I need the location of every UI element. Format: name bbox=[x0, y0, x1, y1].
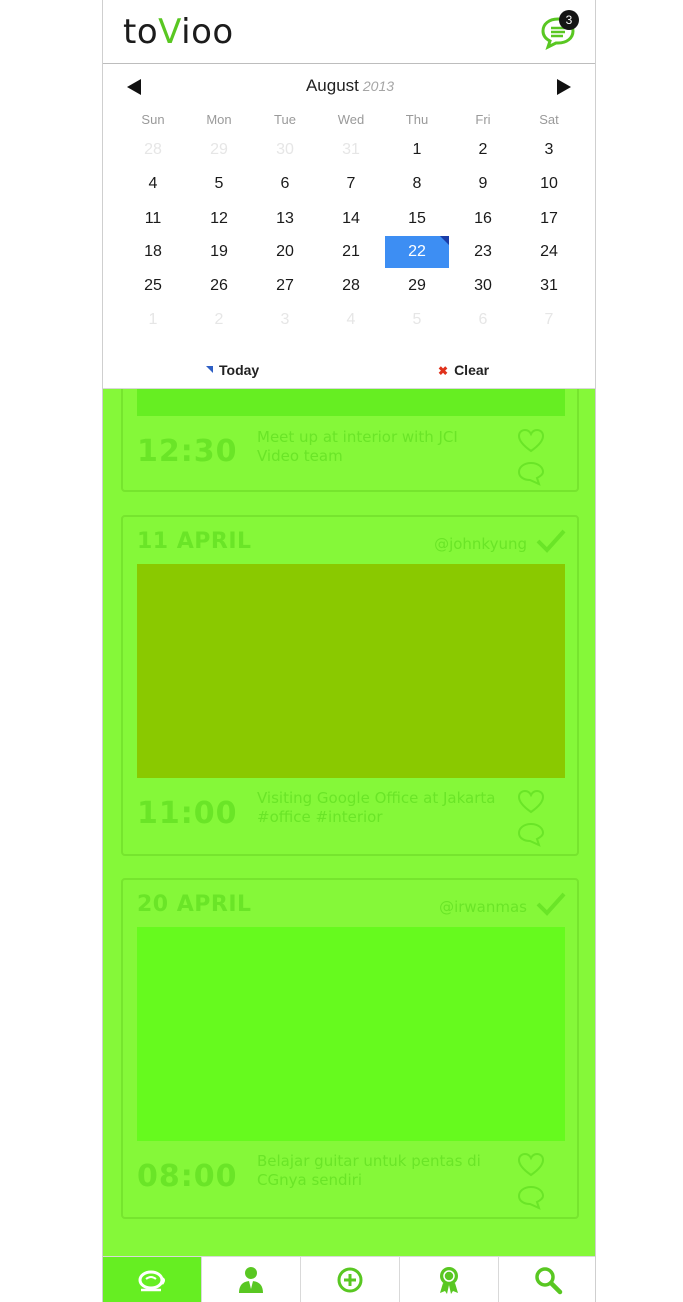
nav-item-profile[interactable] bbox=[202, 1257, 301, 1302]
calendar-day[interactable]: 29 bbox=[385, 270, 449, 302]
award-ribbon-icon bbox=[440, 1267, 458, 1294]
calendar-day[interactable]: 31 bbox=[517, 270, 581, 302]
card-time: 11:00 bbox=[137, 796, 238, 831]
clear-x-icon: ✖ bbox=[438, 364, 449, 378]
calendar-day[interactable]: 25 bbox=[121, 270, 185, 302]
calendar-day[interactable]: 7 bbox=[319, 168, 383, 200]
comment-icon[interactable] bbox=[517, 460, 545, 486]
plus-circle-icon bbox=[337, 1267, 363, 1293]
calendar-day[interactable]: 23 bbox=[451, 236, 515, 268]
calendar-day[interactable]: 2 bbox=[187, 304, 251, 336]
checkmark-icon[interactable] bbox=[535, 527, 567, 555]
comment-icon[interactable] bbox=[517, 1184, 545, 1210]
calendar-day[interactable]: 28 bbox=[319, 270, 383, 302]
calendar-day[interactable]: 8 bbox=[385, 168, 449, 200]
card-image[interactable] bbox=[137, 564, 565, 778]
calendar-day[interactable]: 21 bbox=[319, 236, 383, 268]
card-image[interactable] bbox=[137, 927, 565, 1141]
calendar-day[interactable]: 20 bbox=[253, 236, 317, 268]
calendar-day[interactable]: 16 bbox=[451, 203, 515, 235]
nav-item-awards[interactable] bbox=[400, 1257, 499, 1302]
next-month-arrow-icon[interactable] bbox=[555, 78, 573, 96]
date-picker: August 2013 Sun Mon Tue Wed Thu Fri Sat 28 29 30 3… bbox=[103, 64, 595, 389]
calendar-day[interactable]: 5 bbox=[385, 304, 449, 336]
card-description: Belajar guitar untuk pentas di CGnya sen… bbox=[257, 1152, 481, 1189]
calendar-day[interactable]: 10 bbox=[517, 168, 581, 200]
calendar-day[interactable]: 9 bbox=[451, 168, 515, 200]
card-time: 08:00 bbox=[137, 1159, 238, 1194]
calendar-day-selected[interactable]: 22 bbox=[385, 236, 449, 268]
notification-badge: 3 bbox=[559, 10, 579, 30]
feed-card[interactable]: 20 APRIL @irwanmas 08:00 Belajar guitar … bbox=[121, 878, 579, 1219]
calendar-day[interactable]: 2 bbox=[451, 134, 515, 166]
calendar-day[interactable]: 30 bbox=[253, 134, 317, 166]
calendar-day[interactable]: 6 bbox=[451, 304, 515, 336]
heart-icon[interactable] bbox=[517, 1152, 545, 1178]
card-description: Meet up at interior with JCI Video team bbox=[257, 428, 458, 465]
app-header: toVioo 3 bbox=[103, 0, 595, 64]
weekday-label: Thu bbox=[405, 112, 429, 127]
calendar-day[interactable]: 1 bbox=[385, 134, 449, 166]
calendar-day[interactable]: 24 bbox=[517, 236, 581, 268]
card-description: Visiting Google Office at Jakarta #offic… bbox=[257, 789, 496, 826]
calendar-day[interactable]: 11 bbox=[121, 203, 185, 235]
weekday-label: Wed bbox=[337, 112, 365, 127]
calendar-day[interactable]: 31 bbox=[319, 134, 383, 166]
calendar-day[interactable]: 27 bbox=[253, 270, 317, 302]
calendar-day[interactable]: 6 bbox=[253, 168, 317, 200]
card-date: 20 APRIL bbox=[137, 892, 252, 917]
weekday-label: Fri bbox=[475, 112, 491, 127]
calendar-day[interactable]: 3 bbox=[517, 134, 581, 166]
calendar-day[interactable]: 12 bbox=[187, 203, 251, 235]
feed-card[interactable]: 11 APRIL @johnkyung 11:00 Visiting Googl… bbox=[121, 515, 579, 856]
calendar-day[interactable]: 1 bbox=[121, 304, 185, 336]
calendar-day[interactable]: 4 bbox=[319, 304, 383, 336]
checkmark-icon[interactable] bbox=[535, 890, 567, 918]
search-icon bbox=[535, 1267, 563, 1295]
heart-icon[interactable] bbox=[517, 789, 545, 815]
logo[interactable]: toVioo bbox=[123, 12, 234, 52]
month-title: August 2013 bbox=[305, 76, 395, 95]
weekday-label: Sun bbox=[141, 112, 165, 127]
calendar-day[interactable]: 17 bbox=[517, 203, 581, 235]
clear-button[interactable]: ✖ Clear bbox=[438, 362, 489, 378]
today-button[interactable]: Today bbox=[206, 362, 259, 378]
calendar-day[interactable]: 5 bbox=[187, 168, 251, 200]
calendar-day[interactable]: 15 bbox=[385, 203, 449, 235]
today-triangle-icon bbox=[206, 366, 213, 373]
calendar-day[interactable]: 14 bbox=[319, 203, 383, 235]
calendar-day[interactable]: 4 bbox=[121, 168, 185, 200]
calendar-day[interactable]: 3 bbox=[253, 304, 317, 336]
weekday-label: Mon bbox=[206, 112, 232, 127]
nav-item-feed[interactable] bbox=[103, 1257, 202, 1302]
card-time: 12:30 bbox=[137, 434, 238, 469]
bottom-navigation bbox=[103, 1256, 595, 1302]
person-icon bbox=[239, 1267, 263, 1293]
calendar-day[interactable]: 30 bbox=[451, 270, 515, 302]
calendar-day[interactable]: 13 bbox=[253, 203, 317, 235]
timeline-feed[interactable]: 12:30 Meet up at interior with JCI Video… bbox=[103, 328, 595, 1256]
app-frame: toVioo 3 August 2013 Sun Mon Tue Wed Thu Fri Sa… bbox=[102, 0, 596, 1302]
weekday-label: Sat bbox=[539, 112, 559, 127]
nav-item-search[interactable] bbox=[499, 1257, 595, 1302]
comment-icon[interactable] bbox=[517, 821, 545, 847]
card-username[interactable]: @johnkyung bbox=[434, 535, 527, 553]
weekday-label: Tue bbox=[274, 112, 296, 127]
calendar-day[interactable]: 26 bbox=[187, 270, 251, 302]
heart-icon[interactable] bbox=[517, 428, 545, 454]
coffee-cup-icon bbox=[138, 1270, 165, 1292]
calendar-day[interactable]: 29 bbox=[187, 134, 251, 166]
calendar-day[interactable]: 7 bbox=[517, 304, 581, 336]
card-username[interactable]: @irwanmas bbox=[439, 898, 527, 916]
calendar-day[interactable]: 28 bbox=[121, 134, 185, 166]
card-date: 11 APRIL bbox=[137, 529, 252, 554]
nav-item-add[interactable] bbox=[301, 1257, 400, 1302]
calendar-day[interactable]: 18 bbox=[121, 236, 185, 268]
calendar-day[interactable]: 19 bbox=[187, 236, 251, 268]
